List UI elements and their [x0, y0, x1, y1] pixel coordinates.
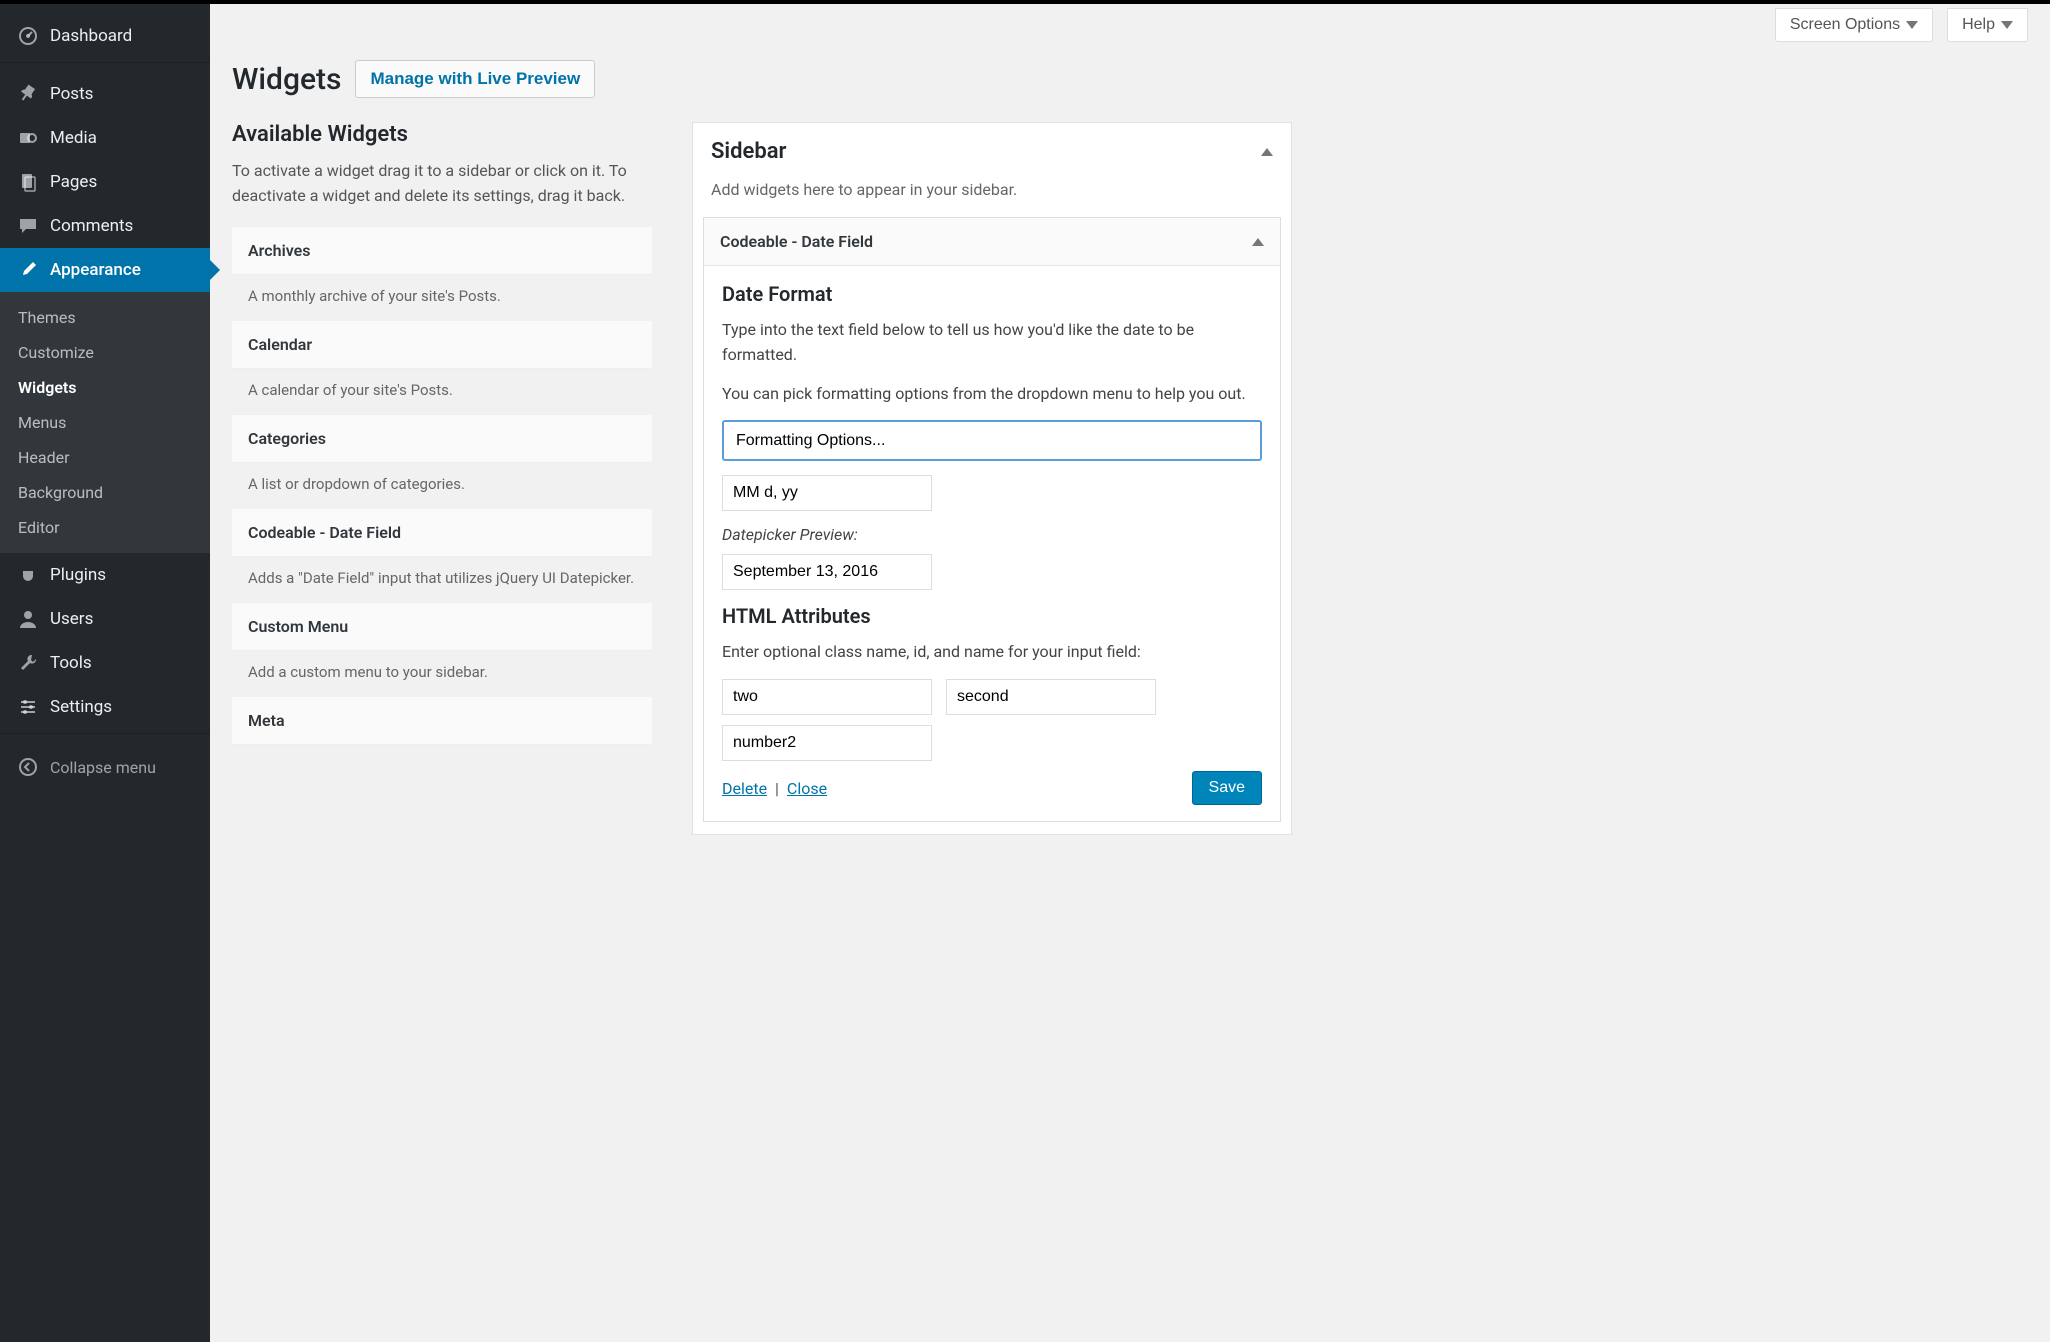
available-widget-archives[interactable]: Archives A monthly archive of your site'…: [232, 227, 652, 321]
sidebar-item-comments[interactable]: Comments: [0, 204, 210, 248]
formatting-options-select[interactable]: Formatting Options...: [722, 420, 1262, 461]
chevron-down-icon: [1906, 21, 1918, 29]
widget-instance-toggle[interactable]: Codeable - Date Field: [704, 218, 1280, 266]
collapse-icon: [16, 755, 40, 779]
widget-head[interactable]: Meta: [232, 697, 652, 745]
submenu-widgets[interactable]: Widgets: [0, 370, 210, 405]
sidebar-item-label: Tools: [50, 653, 92, 673]
sidebar-item-label: Comments: [50, 216, 133, 236]
sidebar-item-media[interactable]: Media: [0, 116, 210, 160]
datepicker-preview-input[interactable]: [722, 554, 932, 590]
submenu-background[interactable]: Background: [0, 475, 210, 510]
date-format-p2: You can pick formatting options from the…: [722, 382, 1262, 407]
widget-desc: Add a custom menu to your sidebar.: [232, 651, 652, 697]
available-widgets-column: Available Widgets To activate a widget d…: [232, 122, 652, 835]
sidebar-item-plugins[interactable]: Plugins: [0, 553, 210, 597]
submenu-menus[interactable]: Menus: [0, 405, 210, 440]
delete-link[interactable]: Delete: [722, 779, 767, 798]
widget-desc: A calendar of your site's Posts.: [232, 369, 652, 415]
widget-head[interactable]: Codeable - Date Field: [232, 509, 652, 557]
page-title: Widgets: [232, 62, 341, 97]
wrench-icon: [16, 651, 40, 675]
submenu-editor[interactable]: Editor: [0, 510, 210, 545]
chevron-up-icon: [1252, 238, 1264, 246]
sidebar-item-users[interactable]: Users: [0, 597, 210, 641]
attr-class-input[interactable]: [722, 679, 932, 715]
help-button[interactable]: Help: [1947, 8, 2028, 42]
main-content: Screen Options Help Widgets Manage with …: [210, 4, 2050, 1342]
attr-id-input[interactable]: [946, 679, 1156, 715]
screen-options-button[interactable]: Screen Options: [1775, 8, 1933, 42]
sidebar-item-dashboard[interactable]: Dashboard: [0, 14, 210, 58]
media-icon: [16, 126, 40, 150]
sidebar-item-label: Settings: [50, 697, 112, 717]
save-button[interactable]: Save: [1192, 771, 1262, 805]
attr-name-input[interactable]: [722, 725, 932, 761]
chevron-down-icon: [2001, 21, 2013, 29]
sidebar-item-label: Users: [50, 609, 93, 629]
available-widget-date-field[interactable]: Codeable - Date Field Adds a "Date Field…: [232, 509, 652, 603]
sidebar-item-settings[interactable]: Settings: [0, 685, 210, 729]
sidebar-item-label: Appearance: [50, 260, 141, 280]
pages-icon: [16, 170, 40, 194]
collapse-label: Collapse menu: [50, 758, 156, 777]
pin-icon: [16, 82, 40, 106]
submenu-customize[interactable]: Customize: [0, 335, 210, 370]
sidebar-item-label: Posts: [50, 84, 93, 104]
available-widget-custom-menu[interactable]: Custom Menu Add a custom menu to your si…: [232, 603, 652, 697]
widget-instance-title: Codeable - Date Field: [720, 232, 873, 251]
widget-desc: Adds a "Date Field" input that utilizes …: [232, 557, 652, 603]
sidebar-item-label: Pages: [50, 172, 97, 192]
available-widget-calendar[interactable]: Calendar A calendar of your site's Posts…: [232, 321, 652, 415]
appearance-submenu: Themes Customize Widgets Menus Header Ba…: [0, 292, 210, 553]
widget-desc: A monthly archive of your site's Posts.: [232, 275, 652, 321]
submenu-themes[interactable]: Themes: [0, 300, 210, 335]
dashboard-icon: [16, 24, 40, 48]
available-widgets-desc: To activate a widget drag it to a sideba…: [232, 159, 652, 209]
sidebar-panel-desc: Add widgets here to appear in your sideb…: [693, 180, 1291, 217]
divider: |: [775, 779, 779, 798]
collapse-menu-button[interactable]: Collapse menu: [0, 743, 210, 791]
date-format-input[interactable]: [722, 475, 932, 511]
available-widget-categories[interactable]: Categories A list or dropdown of categor…: [232, 415, 652, 509]
comment-icon: [16, 214, 40, 238]
sidebar-item-tools[interactable]: Tools: [0, 641, 210, 685]
available-widgets-title: Available Widgets: [232, 122, 652, 147]
sidebar-item-label: Plugins: [50, 565, 106, 585]
chevron-up-icon: [1261, 148, 1273, 156]
sidebar-widget-area-column: Sidebar Add widgets here to appear in yo…: [692, 122, 1292, 835]
date-format-heading: Date Format: [722, 282, 1262, 306]
sidebar-panel-title: Sidebar: [711, 139, 786, 164]
date-format-p1: Type into the text field below to tell u…: [722, 318, 1262, 368]
widget-head[interactable]: Custom Menu: [232, 603, 652, 651]
html-attributes-desc: Enter optional class name, id, and name …: [722, 640, 1262, 665]
plug-icon: [16, 563, 40, 587]
user-icon: [16, 607, 40, 631]
widget-head[interactable]: Calendar: [232, 321, 652, 369]
admin-sidebar: Dashboard Posts Media Pages Comments: [0, 4, 210, 1342]
sliders-icon: [16, 695, 40, 719]
sidebar-item-pages[interactable]: Pages: [0, 160, 210, 204]
close-link[interactable]: Close: [787, 779, 827, 798]
widget-head[interactable]: Archives: [232, 227, 652, 275]
widget-head[interactable]: Categories: [232, 415, 652, 463]
widget-instance-body: Date Format Type into the text field bel…: [704, 266, 1280, 821]
sidebar-item-label: Dashboard: [50, 26, 132, 46]
widget-desc: A list or dropdown of categories.: [232, 463, 652, 509]
brush-icon: [16, 258, 40, 282]
sidebar-item-label: Media: [50, 128, 97, 148]
html-attributes-heading: HTML Attributes: [722, 604, 1262, 628]
datepicker-preview-label: Datepicker Preview:: [722, 525, 1262, 544]
sidebar-item-appearance[interactable]: Appearance: [0, 248, 210, 292]
available-widget-meta[interactable]: Meta: [232, 697, 652, 745]
sidebar-panel: Sidebar Add widgets here to appear in yo…: [692, 122, 1292, 835]
sidebar-item-posts[interactable]: Posts: [0, 72, 210, 116]
manage-live-preview-button[interactable]: Manage with Live Preview: [355, 60, 595, 98]
widget-date-field-instance: Codeable - Date Field Date Format Type i…: [703, 217, 1281, 822]
sidebar-panel-toggle[interactable]: Sidebar: [693, 123, 1291, 180]
submenu-header[interactable]: Header: [0, 440, 210, 475]
